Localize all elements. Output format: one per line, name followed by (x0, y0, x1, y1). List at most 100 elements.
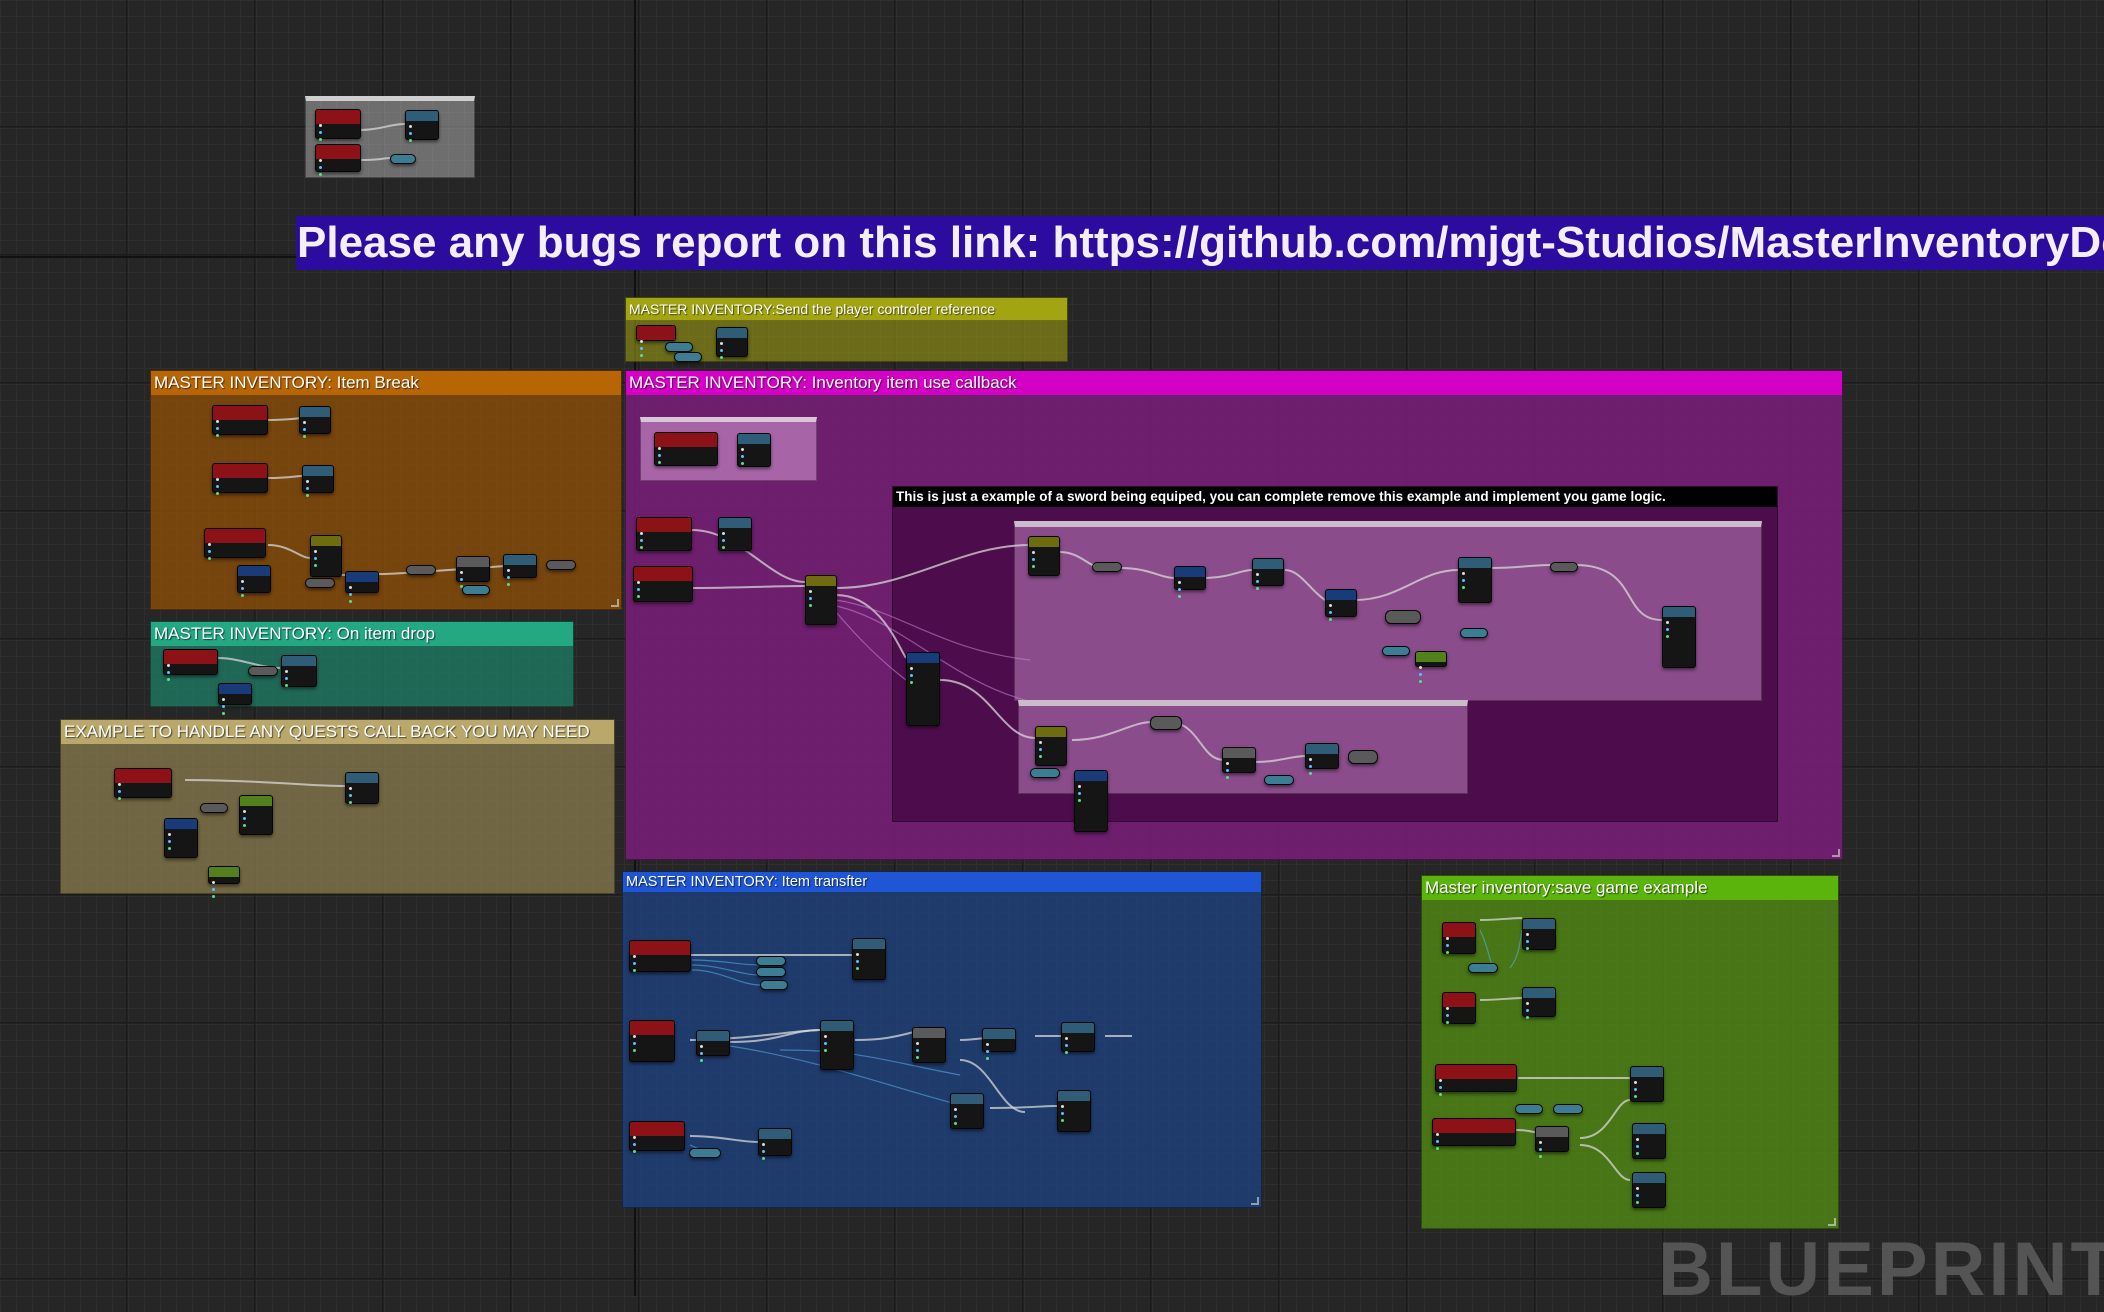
function-node[interactable] (345, 772, 379, 804)
cast-node[interactable] (237, 565, 271, 593)
set-node[interactable] (1385, 610, 1421, 624)
event-node[interactable] (114, 768, 172, 798)
function-node[interactable] (1305, 743, 1339, 769)
function-node[interactable] (718, 517, 752, 551)
event-node[interactable] (212, 463, 268, 493)
function-node[interactable] (737, 433, 771, 467)
variable-node[interactable] (462, 585, 490, 595)
event-node[interactable] (204, 528, 266, 558)
function-node[interactable] (281, 655, 317, 687)
branch-node[interactable] (1035, 726, 1067, 766)
variable-node[interactable] (248, 666, 278, 676)
comment-save-game[interactable]: Master inventory:save game example (1421, 875, 1839, 1229)
comment-title: MASTER INVENTORY: Item transfter (623, 872, 1261, 892)
function-node[interactable] (696, 1030, 730, 1056)
variable-node[interactable] (756, 956, 786, 966)
variable-node[interactable] (760, 980, 788, 990)
pure-node[interactable] (208, 866, 240, 884)
pure-node[interactable] (239, 795, 273, 835)
event-node[interactable] (629, 1020, 675, 1062)
comment-quests[interactable]: EXAMPLE TO HANDLE ANY QUESTS CALL BACK Y… (60, 719, 615, 894)
event-node[interactable] (654, 432, 718, 466)
variable-node[interactable] (305, 578, 335, 588)
variable-node[interactable] (546, 560, 576, 570)
function-node[interactable] (1057, 1090, 1091, 1132)
variable-node[interactable] (1092, 562, 1122, 572)
function-node[interactable] (852, 938, 886, 980)
variable-node[interactable] (390, 154, 416, 164)
variable-node[interactable] (1515, 1104, 1543, 1114)
event-node[interactable] (1442, 922, 1476, 954)
variable-node[interactable] (1460, 628, 1488, 638)
function-node[interactable] (982, 1028, 1016, 1052)
function-node[interactable] (1535, 1126, 1569, 1152)
event-node[interactable] (633, 566, 693, 602)
variable-node[interactable] (1348, 750, 1378, 764)
resize-handle[interactable] (1828, 1218, 1836, 1226)
variable-node[interactable] (756, 967, 786, 977)
function-node[interactable] (950, 1093, 984, 1129)
event-node[interactable] (212, 405, 268, 435)
function-node[interactable] (405, 110, 439, 140)
function-node[interactable] (1632, 1123, 1666, 1159)
function-node[interactable] (1222, 747, 1256, 773)
branch-node[interactable] (310, 535, 342, 577)
resize-handle[interactable] (1251, 1197, 1259, 1205)
variable-node[interactable] (200, 803, 228, 813)
variable-node[interactable] (1553, 1104, 1583, 1114)
function-node[interactable] (716, 327, 748, 357)
comment-title: EXAMPLE TO HANDLE ANY QUESTS CALL BACK Y… (61, 720, 614, 744)
function-node[interactable] (1662, 606, 1696, 668)
event-node[interactable] (1442, 992, 1476, 1024)
function-node[interactable] (1458, 557, 1492, 603)
event-node[interactable] (163, 649, 218, 675)
cast-node[interactable] (164, 818, 198, 858)
bug-report-banner: Please any bugs report on this link: htt… (296, 216, 2104, 270)
function-node[interactable] (1632, 1172, 1666, 1208)
function-node[interactable] (1252, 558, 1284, 586)
branch-node[interactable] (805, 575, 837, 625)
event-node[interactable] (1432, 1118, 1516, 1146)
pure-node[interactable] (1415, 651, 1447, 669)
function-node[interactable] (1061, 1022, 1095, 1052)
event-node[interactable] (629, 1121, 685, 1151)
function-node[interactable] (503, 554, 537, 578)
function-node[interactable] (1522, 918, 1556, 950)
function-node[interactable] (1522, 987, 1556, 1017)
function-node[interactable] (912, 1027, 946, 1063)
cast-node[interactable] (1325, 589, 1357, 617)
function-node[interactable] (820, 1020, 854, 1070)
variable-node[interactable] (665, 342, 693, 352)
branch-node[interactable] (1028, 536, 1060, 576)
event-node[interactable] (315, 109, 361, 139)
comment-title: MASTER INVENTORY: Item Break (151, 371, 621, 395)
variable-node[interactable] (1550, 562, 1578, 572)
variable-node[interactable] (689, 1148, 721, 1158)
function-node[interactable] (1630, 1066, 1664, 1102)
switch-node[interactable] (906, 652, 940, 726)
cast-node[interactable] (345, 571, 379, 593)
variable-node[interactable] (674, 352, 702, 362)
function-node[interactable] (758, 1128, 792, 1156)
comment-title: Master inventory:save game example (1422, 876, 1838, 900)
variable-node[interactable] (406, 565, 436, 575)
event-node[interactable] (629, 940, 691, 972)
variable-node[interactable] (1468, 963, 1498, 973)
resize-handle[interactable] (611, 599, 619, 607)
function-node[interactable] (456, 556, 490, 582)
resize-handle[interactable] (1832, 849, 1840, 857)
event-node[interactable] (315, 144, 361, 172)
cast-node[interactable] (1174, 566, 1206, 590)
cast-node[interactable] (1074, 770, 1108, 832)
variable-node[interactable] (1030, 768, 1060, 778)
comment-title: MASTER INVENTORY:Send the player control… (626, 298, 1067, 320)
function-node[interactable] (302, 465, 334, 493)
event-node[interactable] (636, 325, 676, 343)
event-node[interactable] (636, 517, 692, 551)
function-node[interactable] (299, 406, 331, 434)
variable-node[interactable] (1150, 716, 1182, 730)
variable-node[interactable] (1382, 646, 1410, 656)
event-node[interactable] (1435, 1064, 1517, 1092)
variable-node[interactable] (1264, 775, 1294, 785)
function-node[interactable] (218, 683, 252, 705)
